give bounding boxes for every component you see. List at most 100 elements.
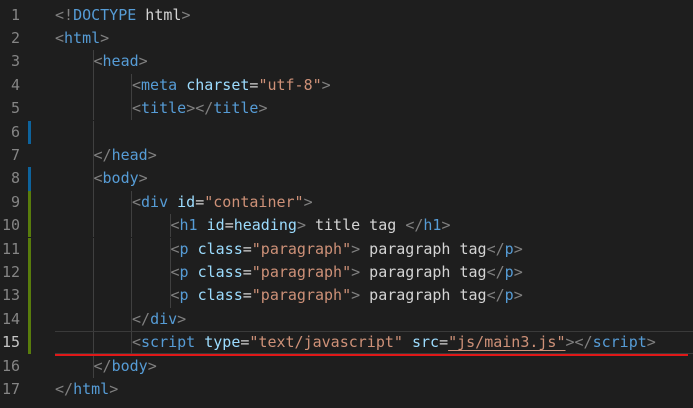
code-token: > bbox=[513, 239, 523, 258]
code-token: </ bbox=[486, 239, 505, 258]
line-number: 2 bbox=[10, 28, 20, 47]
code-area[interactable]: <!DOCTYPE html> <html> <head> <meta charset… bbox=[55, 0, 693, 408]
code-line[interactable]: </div> bbox=[55, 307, 693, 332]
code-token: "paragraph" bbox=[251, 239, 352, 258]
code-line[interactable]: <p class="paragraph"> paragraph tag</p> bbox=[55, 284, 693, 308]
code-token: "utf-8" bbox=[258, 75, 322, 94]
indent-guide bbox=[92, 284, 94, 308]
code-line[interactable]: </body> bbox=[55, 354, 693, 378]
code-line[interactable]: <html> bbox=[55, 27, 693, 50]
added-line-marker[interactable] bbox=[28, 237, 31, 261]
added-line-marker[interactable] bbox=[28, 284, 31, 308]
code-token: < bbox=[170, 216, 180, 235]
code-token: </ bbox=[55, 379, 74, 398]
code-token: body bbox=[102, 169, 139, 188]
code-line[interactable]: <h1 id=heading> title tag </h1> bbox=[55, 214, 693, 238]
current-code-line[interactable]: <script type="text/javascript" src="js/m… bbox=[55, 331, 693, 356]
added-line-marker[interactable] bbox=[28, 190, 31, 215]
code-token: head bbox=[102, 52, 139, 71]
code-content: <head> bbox=[94, 50, 148, 73]
line-number: 5 bbox=[10, 99, 20, 118]
code-token: < bbox=[93, 52, 103, 71]
code-line[interactable]: </html> bbox=[55, 378, 693, 401]
code-content: <body> bbox=[94, 167, 148, 190]
code-token: p bbox=[504, 286, 514, 305]
code-token: body bbox=[111, 356, 148, 375]
code-token: p bbox=[504, 262, 514, 281]
code-line[interactable] bbox=[55, 120, 693, 144]
indent-guide bbox=[92, 260, 94, 285]
indent-guide bbox=[92, 332, 94, 356]
code-token: "paragraph" bbox=[251, 262, 352, 281]
line-number: 6 bbox=[10, 122, 20, 141]
code-content: <p class="paragraph"> paragraph tag</p> bbox=[171, 284, 523, 307]
modified-line-marker[interactable] bbox=[28, 120, 31, 144]
code-line[interactable]: <div id="container"> bbox=[55, 190, 693, 215]
indent-guide bbox=[92, 190, 94, 215]
code-token: src bbox=[411, 333, 440, 352]
code-content: <meta charset="utf-8"> bbox=[132, 74, 331, 97]
code-token: < bbox=[132, 99, 142, 118]
code-token: html bbox=[64, 28, 101, 47]
added-line-marker[interactable] bbox=[28, 260, 31, 285]
code-token: > bbox=[296, 216, 306, 235]
indent-guide bbox=[92, 214, 94, 238]
code-token: </ bbox=[93, 356, 112, 375]
code-token: html bbox=[73, 379, 110, 398]
code-content: <div id="container"> bbox=[132, 191, 313, 214]
code-line[interactable]: <body> bbox=[55, 167, 693, 191]
modified-line-marker[interactable] bbox=[28, 167, 31, 191]
code-token: class bbox=[197, 239, 243, 258]
code-editor[interactable]: 1 2 3 4 5 6 7 8 9 10 11 12 13 14 15 16 17 <!DOCTYPE html… bbox=[0, 0, 693, 408]
code-token: ></ bbox=[186, 99, 214, 118]
code-token: < bbox=[132, 75, 142, 94]
code-line[interactable]: <p class="paragraph"> paragraph tag</p> bbox=[55, 237, 693, 261]
code-line[interactable]: <meta charset="utf-8"> bbox=[55, 73, 693, 98]
code-token: p bbox=[179, 239, 189, 258]
added-line-marker[interactable] bbox=[28, 331, 31, 355]
added-line-marker[interactable] bbox=[28, 214, 31, 238]
code-token: > bbox=[351, 262, 361, 281]
code-content: <!DOCTYPE html> bbox=[55, 4, 190, 27]
code-token: > bbox=[138, 169, 148, 188]
code-token: "container" bbox=[204, 192, 304, 211]
line-number: 14 bbox=[1, 309, 20, 328]
code-line[interactable]: </head> bbox=[55, 143, 693, 168]
code-token: < bbox=[170, 239, 180, 258]
line-number: 12 bbox=[1, 262, 20, 281]
code-content: </div> bbox=[132, 308, 186, 331]
code-token: > bbox=[646, 333, 656, 352]
code-token: title bbox=[213, 99, 259, 118]
code-line[interactable]: <p class="paragraph"> paragraph tag</p> bbox=[55, 260, 693, 285]
code-token: h1 bbox=[423, 216, 442, 235]
code-token: title bbox=[141, 99, 187, 118]
indent-guide bbox=[92, 237, 94, 261]
line-number: 11 bbox=[1, 239, 20, 258]
line-number-gutter[interactable]: 1 2 3 4 5 6 7 8 9 10 11 12 13 14 15 16 17 bbox=[0, 0, 44, 408]
code-token: > bbox=[258, 99, 268, 118]
code-token: > bbox=[109, 379, 119, 398]
added-line-marker[interactable] bbox=[28, 307, 31, 332]
code-token: </ bbox=[486, 262, 505, 281]
code-content: <title></title> bbox=[132, 97, 267, 120]
code-token: script bbox=[592, 333, 647, 352]
code-line[interactable]: <title></title> bbox=[55, 97, 693, 121]
code-token: title tag bbox=[305, 216, 406, 235]
code-token: > bbox=[351, 286, 361, 305]
code-token: <! bbox=[55, 5, 74, 24]
indent-guide bbox=[131, 237, 132, 261]
code-token: div bbox=[141, 192, 169, 211]
code-token: class bbox=[197, 262, 243, 281]
code-line[interactable]: <head> bbox=[55, 50, 693, 74]
code-token: = bbox=[224, 216, 234, 235]
code-line[interactable]: <!DOCTYPE html> bbox=[55, 4, 693, 27]
code-token: div bbox=[150, 309, 178, 328]
line-number: 16 bbox=[1, 356, 20, 375]
code-token: class bbox=[197, 286, 243, 305]
code-content: <p class="paragraph"> paragraph tag</p> bbox=[171, 238, 523, 261]
code-token: heading bbox=[233, 216, 297, 235]
